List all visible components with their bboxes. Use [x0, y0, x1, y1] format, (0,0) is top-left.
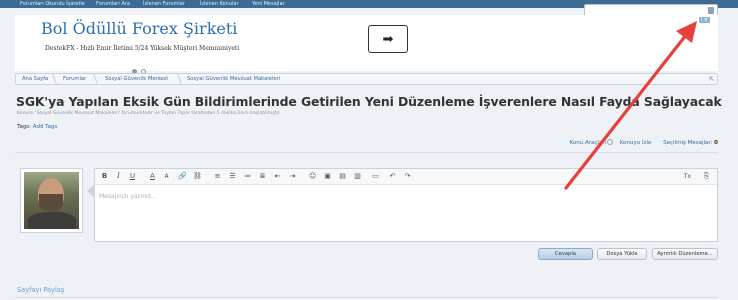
divider	[15, 152, 718, 153]
font-size-button[interactable]: A	[162, 172, 171, 181]
selected-messages-label: Seçilmiş Mesajlar:	[663, 140, 713, 146]
tags-label: Tags:	[17, 124, 32, 130]
thread-tools: Konu Araçları Konuyu İzle Seçilmiş Mesaj…	[560, 139, 718, 146]
breadcrumb-current-forum[interactable]: Sosyal Güvenlik Mevzuat Makaleleri	[187, 76, 280, 82]
ad-banner[interactable]: Bol Ödüllü Forex Şirketi DestekFX - Hızl…	[15, 15, 718, 74]
breadcrumb-separator	[47, 74, 57, 84]
image-icon[interactable]: ▣	[323, 172, 332, 181]
advanced-edit-button[interactable]: Ayrıntılı Düzenleme...	[652, 248, 718, 260]
underline-button[interactable]: U	[128, 172, 137, 181]
thread-tools-label: Konu Araçları	[569, 140, 607, 146]
nav-watched-forums[interactable]: İzlenen Forumlar	[143, 1, 185, 7]
watch-thread-link[interactable]: Konuyu İzle	[620, 140, 652, 146]
smiley-icon[interactable]: ☺	[308, 172, 317, 181]
arrow-right-icon: ➡	[382, 31, 394, 47]
breadcrumb-home[interactable]: Ana Sayfa	[22, 76, 48, 82]
ad-title[interactable]: Bol Ödüllü Forex Şirketi	[41, 19, 237, 38]
thread-tools-menu[interactable]: Konu Araçları	[565, 139, 614, 146]
ad-arrow-button[interactable]: ➡	[368, 25, 408, 53]
avatar[interactable]	[20, 168, 83, 233]
undo-icon[interactable]: ↶	[388, 172, 397, 181]
reply-button[interactable]: Cevapla	[538, 248, 593, 260]
nav-mark-forums-read[interactable]: Forumları Okundu İşaretle	[20, 1, 85, 7]
font-color-button[interactable]: A	[148, 172, 157, 181]
breadcrumb-social-security-center[interactable]: Sosyal Güvenlik Merkezi	[105, 76, 168, 82]
upload-file-button[interactable]: Dosya Yükle	[597, 248, 647, 260]
message-input[interactable]: Mesajınızı yazınız...	[99, 193, 157, 200]
remove-format-icon[interactable]: Tx	[683, 172, 692, 181]
indent-icon[interactable]: ⇥	[288, 172, 297, 181]
avatar-shoulders	[28, 212, 76, 229]
ad-description: DestekFX - Hızlı Emir İletimi 5/24 Yükse…	[45, 45, 240, 52]
toggle-source-icon[interactable]: ⎘	[702, 172, 711, 181]
breadcrumb-separator	[172, 74, 182, 84]
unlink-icon[interactable]: ⛓	[193, 172, 202, 181]
nav-watched-threads[interactable]: İzlenen Konular	[200, 1, 239, 7]
breadcrumb-separator	[88, 74, 98, 84]
add-tags-link[interactable]: Add Tags	[33, 124, 58, 130]
chevron-down-icon	[607, 139, 614, 145]
avatar-beard	[39, 194, 63, 212]
link-icon[interactable]: 🔗	[178, 172, 187, 181]
quick-reply-editor: B I U A A 🔗 ⛓ ≡ ☰ ≔ ≣ ⇤ ⇥ ☺ ▣ ▤ ▥ ▭ ↶ ↷ …	[94, 168, 718, 242]
avatar-image	[24, 172, 79, 229]
jump-to-icon[interactable]: ⇱	[709, 76, 714, 83]
selected-messages-count: 0	[714, 140, 718, 146]
insert-icon[interactable]: ▥	[353, 172, 362, 181]
italic-button[interactable]: I	[114, 172, 123, 181]
thread-tags: Tags: Add Tags	[17, 124, 57, 130]
share-page-heading: Sayfayı Paylaş	[17, 286, 65, 294]
breadcrumb: Ana Sayfa Forumlar Sosyal Güvenlik Merke…	[15, 73, 718, 85]
divider	[15, 297, 718, 298]
search-icon[interactable]	[708, 7, 714, 14]
editor-toolbar: B I U A A 🔗 ⛓ ≡ ☰ ≔ ≣ ⇤ ⇥ ☺ ▣ ▤ ▥ ▭ ↶ ↷ …	[95, 169, 717, 185]
outdent-icon[interactable]: ⇤	[273, 172, 282, 181]
thread-meta: Konusu 'Sosyal Güvenlik Mevzuat Makalele…	[17, 111, 281, 116]
redo-icon[interactable]: ↷	[403, 172, 412, 181]
nav-new-posts[interactable]: Yeni Mesajlar	[252, 1, 285, 7]
media-icon[interactable]: ▤	[338, 172, 347, 181]
bold-button[interactable]: B	[100, 172, 109, 181]
list-bullets-icon[interactable]: ☰	[228, 172, 237, 181]
nav-search-forums[interactable]: Forumları Ara	[96, 1, 130, 7]
page-title: SGK'ya Yapılan Eksik Gün Bildirimlerinde…	[16, 94, 722, 109]
list-numbers-icon[interactable]: ≔	[243, 172, 252, 181]
list-icon[interactable]: ≣	[258, 172, 267, 181]
editor-pointer	[87, 185, 94, 197]
align-icon[interactable]: ≡	[213, 172, 222, 181]
save-draft-icon[interactable]: ▭	[371, 172, 380, 181]
breadcrumb-forums[interactable]: Forumlar	[63, 76, 86, 82]
selected-messages[interactable]: Seçilmiş Mesajlar: 0	[658, 140, 718, 146]
ad-choices-badge[interactable]: i ✕	[698, 17, 710, 23]
